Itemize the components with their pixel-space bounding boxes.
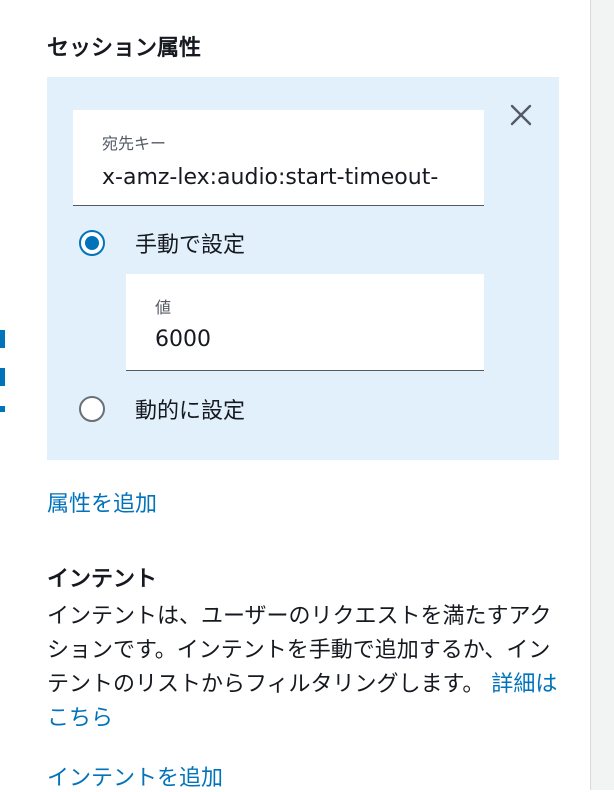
add-intent-link[interactable]: インテントを追加 xyxy=(47,760,223,792)
edge-mark xyxy=(0,368,5,386)
destination-key-value[interactable]: x-amz-lex:audio:start-timeout- xyxy=(102,165,477,190)
section-title-intents: インテント xyxy=(47,567,158,592)
edge-mark xyxy=(0,406,5,412)
add-attribute-link[interactable]: 属性を追加 xyxy=(47,486,157,518)
radio-button-unselected[interactable] xyxy=(79,396,105,422)
intents-description-text: インテントは、ユーザーのリクエストを満たすアクションです。インテントを手動で追加… xyxy=(47,604,552,697)
value-input[interactable]: 6000 xyxy=(155,327,211,352)
right-panel-edge xyxy=(590,0,614,790)
edge-mark xyxy=(0,330,5,348)
value-label: 値 xyxy=(155,298,172,317)
radio-manual-setting[interactable]: 手動で設定 xyxy=(79,227,245,259)
section-title-session-attributes: セッション属性 xyxy=(47,36,202,61)
close-icon xyxy=(510,104,532,126)
value-field[interactable]: 値 6000 xyxy=(126,274,484,371)
remove-attribute-button[interactable] xyxy=(505,99,537,131)
radio-dynamic-setting[interactable]: 動的に設定 xyxy=(79,393,245,425)
radio-dynamic-label: 動的に設定 xyxy=(135,399,246,424)
destination-key-label: 宛先キー xyxy=(102,134,167,153)
side-edge-marks xyxy=(0,330,10,420)
radio-manual-label: 手動で設定 xyxy=(135,233,246,258)
intents-description: インテントは、ユーザーのリクエストを満たすアクションです。インテントを手動で追加… xyxy=(47,600,567,736)
destination-key-field[interactable]: 宛先キー x-amz-lex:audio:start-timeout- xyxy=(73,110,484,206)
radio-button-selected[interactable] xyxy=(79,230,105,256)
